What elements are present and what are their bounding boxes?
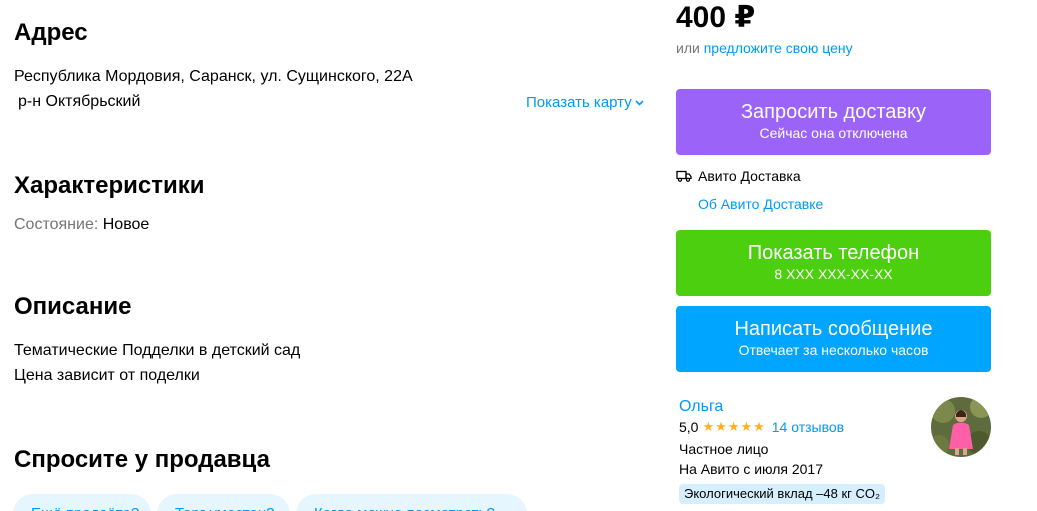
request-delivery-button[interactable]: Запросить доставку Сейчас она отключена: [676, 89, 991, 155]
ask-seller-title: Спросите у продавца: [14, 446, 270, 473]
description-title: Описание: [14, 293, 132, 320]
question-chip-still-selling[interactable]: Ещё продаёте?: [13, 494, 151, 511]
description-line: Тематические Подделки в детский сад: [14, 342, 301, 359]
avatar[interactable]: [931, 397, 991, 457]
star-icon: ★: [753, 419, 765, 434]
request-delivery-sub: Сейчас она отключена: [759, 125, 908, 141]
description-line: Цена зависит от поделки: [14, 367, 200, 384]
price-offer-row: или предложите свою цену: [676, 39, 853, 57]
request-delivery-label: Запросить доставку: [740, 101, 927, 123]
truck-icon: [676, 170, 692, 182]
rating-stars: ★ ★ ★ ★ ★: [702, 420, 765, 434]
offer-price-link[interactable]: предложите свою цену: [704, 40, 853, 56]
condition-row: Состояние: Новое: [14, 214, 149, 236]
star-icon: ★: [740, 419, 753, 434]
seller-name-link[interactable]: Ольга: [679, 397, 723, 417]
about-delivery-link[interactable]: Об Авито Доставке: [698, 195, 823, 213]
address-title: Адрес: [14, 19, 88, 46]
eco-contribution-badge: Экологический вклад –48 кг CO₂: [679, 484, 886, 504]
seller-type: Частное лицо: [679, 441, 769, 457]
rating-value: 5,0: [679, 419, 699, 435]
question-chip-when-view[interactable]: Когда можно посмотреть?: [296, 494, 527, 511]
write-message-button[interactable]: Написать сообщение Отвечает за несколько…: [676, 306, 991, 372]
condition-value: Новое: [102, 216, 150, 233]
question-chip-bargain[interactable]: Торг уместен?: [157, 494, 290, 511]
star-icon: ★: [715, 419, 727, 434]
star-icon: ★: [702, 419, 715, 434]
show-phone-label: Показать телефон: [747, 242, 920, 264]
address-line: Республика Мордовия, Саранск, ул. Сущинс…: [14, 68, 413, 85]
reviews-link[interactable]: 14 отзывов: [772, 418, 844, 436]
seller-since: На Авито с июля 2017: [679, 461, 823, 477]
show-phone-button[interactable]: Показать телефон 8 XXX XXX-XX-XX: [676, 230, 991, 296]
show-map-link[interactable]: Показать карту: [526, 93, 644, 113]
price-or-label: или: [676, 40, 700, 56]
star-icon: ★: [727, 419, 740, 434]
show-map-label: Показать карту: [526, 94, 632, 111]
write-message-sub: Отвечает за несколько часов: [738, 342, 929, 358]
seller-rating-row: 5,0 ★ ★ ★ ★ ★ 14 отзывов: [679, 418, 844, 436]
write-message-label: Написать сообщение: [734, 318, 933, 340]
avatar-photo: [931, 397, 991, 457]
address-district: р-н Октябрьский: [18, 93, 141, 110]
price: 400 ₽: [676, 1, 756, 34]
chevron-down-icon: [635, 100, 644, 106]
avito-delivery-row: Авито Доставка: [676, 167, 801, 185]
condition-label: Состояние:: [14, 216, 99, 233]
avito-delivery-label: Авито Доставка: [698, 168, 801, 184]
characteristics-title: Характеристики: [14, 172, 205, 199]
show-phone-sub: 8 XXX XXX-XX-XX: [774, 266, 893, 282]
